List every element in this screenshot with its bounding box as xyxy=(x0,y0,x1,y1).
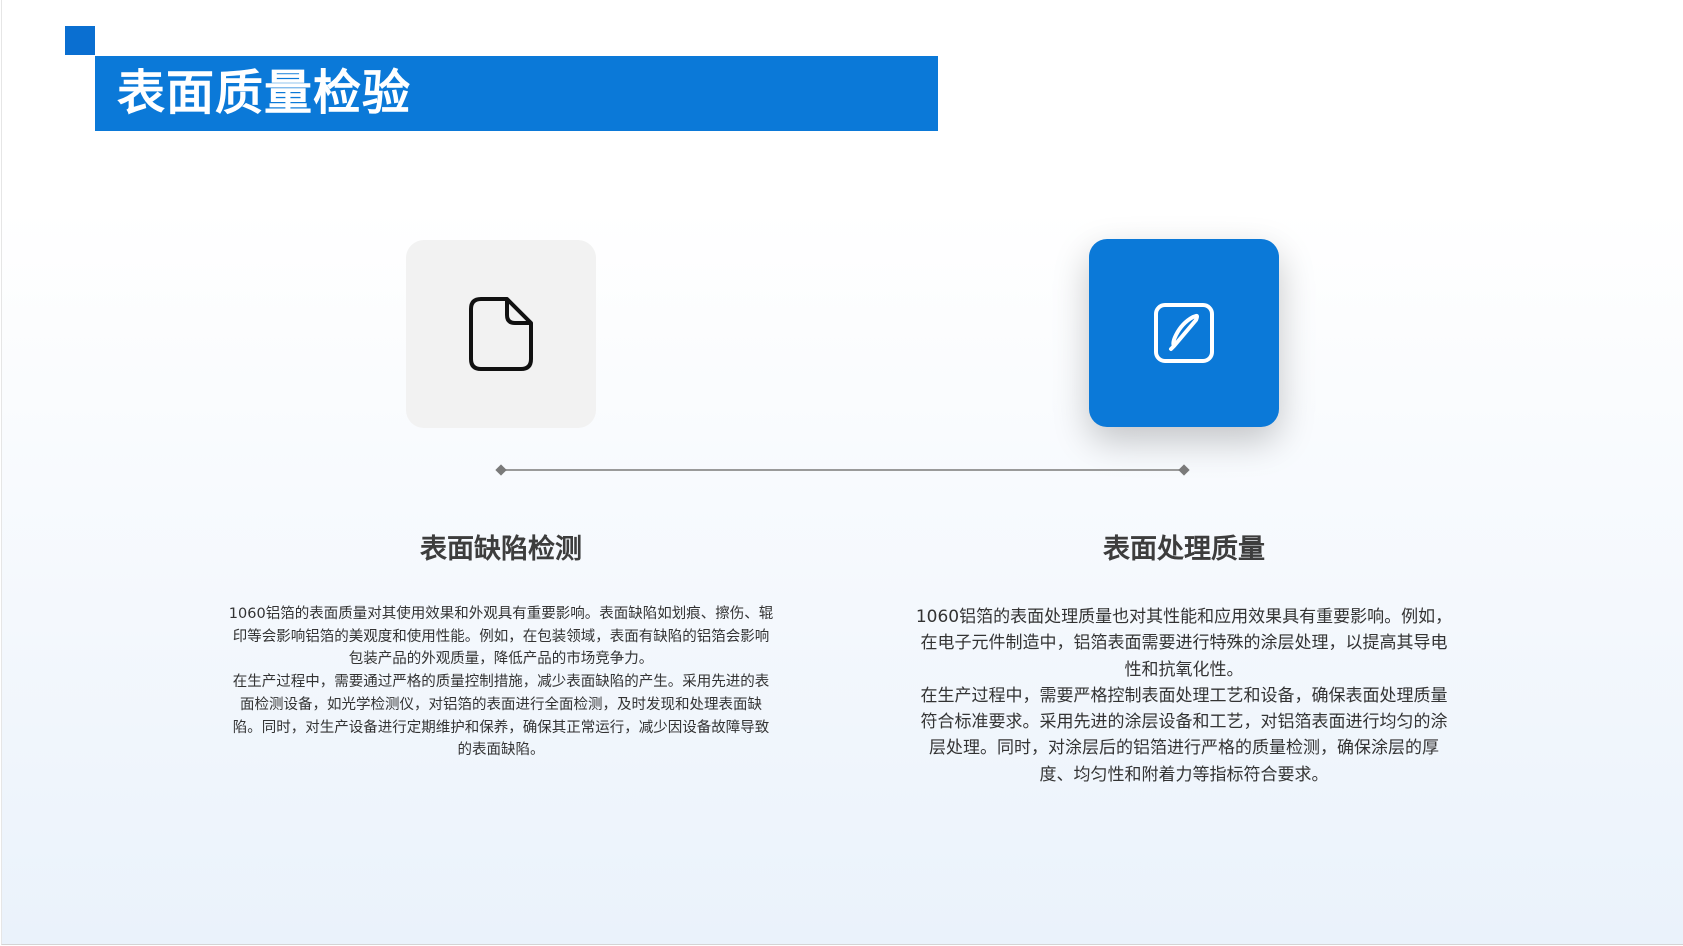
document-icon xyxy=(469,297,533,371)
edit-icon xyxy=(1154,303,1214,363)
slide-title: 表面质量检验 xyxy=(117,65,412,121)
slide-canvas: 表面质量检验 表面缺陷检测 表面处理质量 1060铝箔的表面质量对其使用效果和外… xyxy=(1,0,1683,945)
timeline-line xyxy=(501,469,1184,471)
timeline-marker-right xyxy=(1178,464,1190,476)
title-accent-square xyxy=(65,26,95,55)
column-paragraph: 在生产过程中，需要严格控制表面处理工艺和设备，确保表面处理质量符合标准要求。采用… xyxy=(920,685,1448,785)
column-paragraph: 1060铝箔的表面处理质量也对其性能和应用效果具有重要影响。例如，在电子元件制造… xyxy=(915,607,1453,680)
icon-card-left xyxy=(406,240,596,428)
column-paragraph: 1060铝箔的表面质量对其使用效果和外观具有重要影响。表面缺陷如划痕、擦伤、辊印… xyxy=(228,606,774,668)
column-paragraph: 在生产过程中，需要通过严格的质量控制措施，减少表面缺陷的产生。采用先进的表面检测… xyxy=(232,674,770,759)
slide: 表面质量检验 表面缺陷检测 表面处理质量 1060铝箔的表面质量对其使用效果和外… xyxy=(0,0,1683,946)
column-heading-right: 表面处理质量 xyxy=(1103,534,1265,565)
icon-card-right xyxy=(1089,239,1279,427)
timeline-marker-left xyxy=(495,464,507,476)
column-heading-left: 表面缺陷检测 xyxy=(420,534,582,565)
column-body-left: 1060铝箔的表面质量对其使用效果和外观具有重要影响。表面缺陷如划痕、擦伤、辊印… xyxy=(226,603,776,762)
column-body-right: 1060铝箔的表面处理质量也对其性能和应用效果具有重要影响。例如，在电子元件制造… xyxy=(914,604,1454,788)
